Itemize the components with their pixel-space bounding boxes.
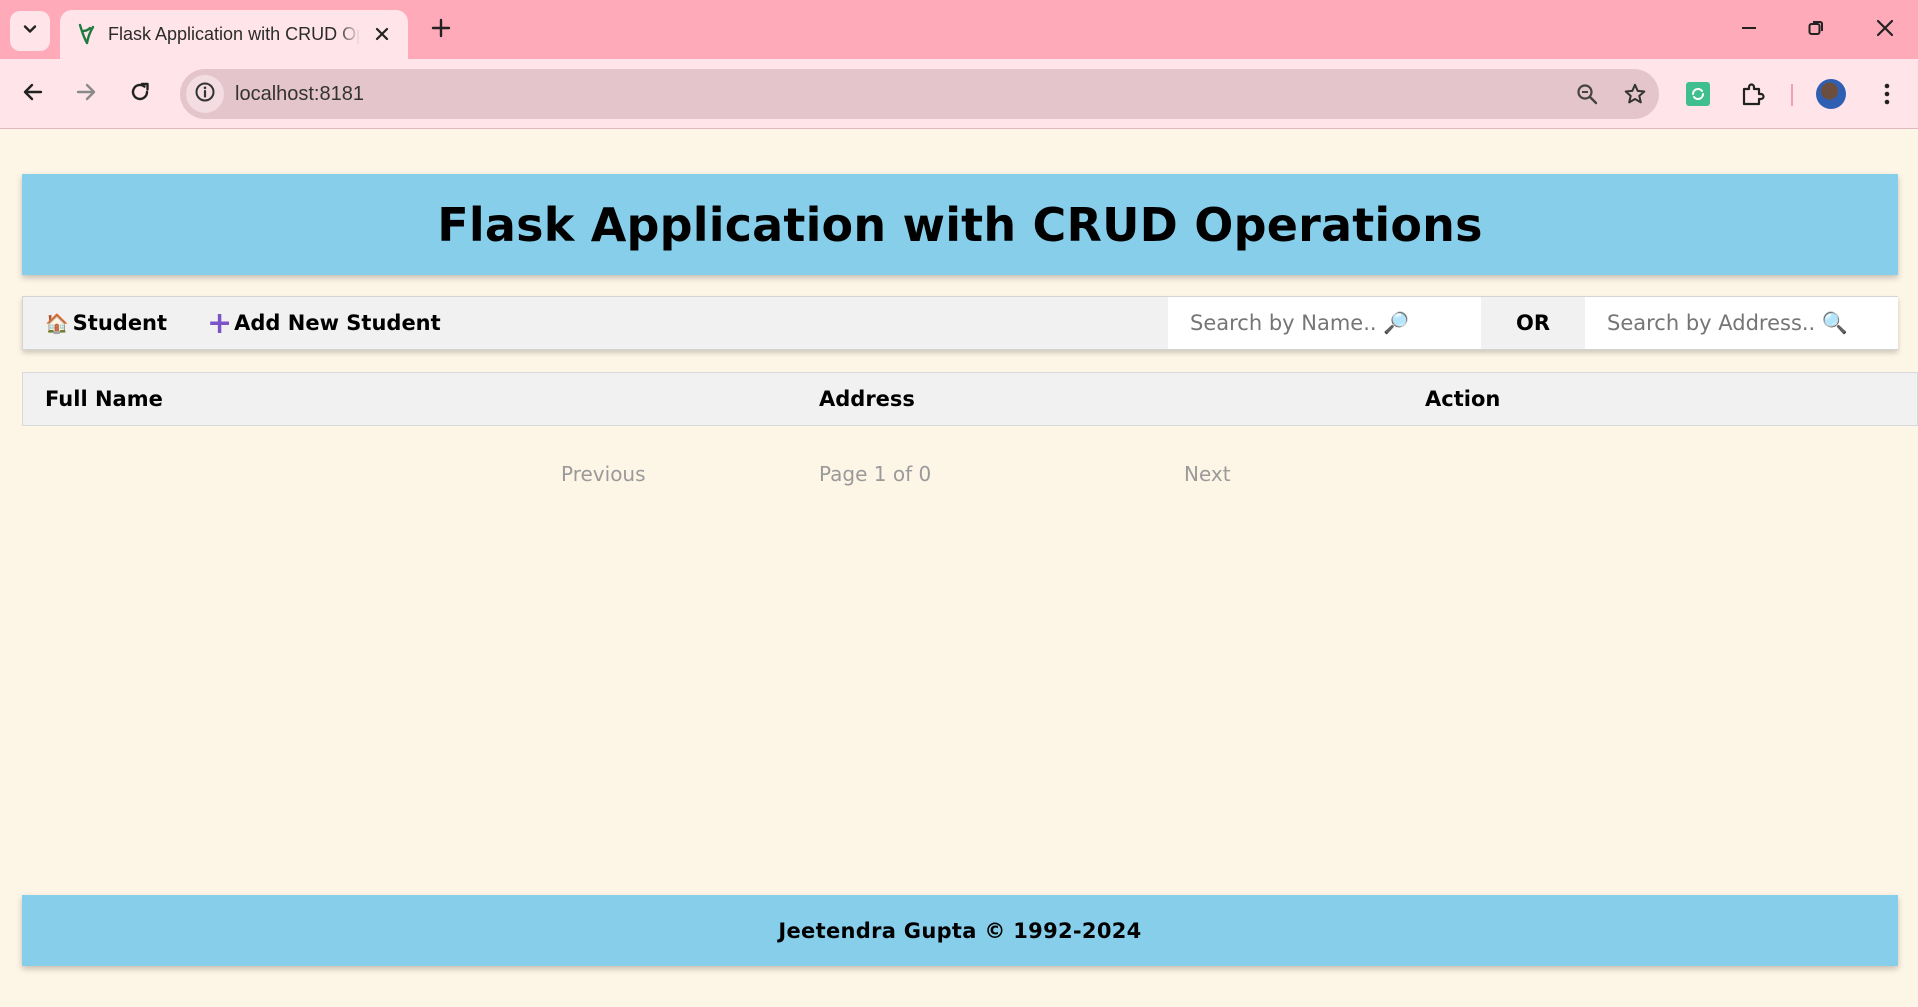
zoom-icon[interactable] [1574, 81, 1600, 107]
profile-avatar[interactable] [1816, 79, 1846, 109]
reload-icon [129, 81, 151, 107]
minimize-button[interactable] [1729, 10, 1769, 50]
column-header-address: Address [819, 387, 915, 411]
add-new-student-link[interactable]: + Add New Student [207, 297, 441, 349]
arrow-left-icon [22, 81, 44, 107]
info-icon [194, 81, 216, 107]
add-new-student-label: Add New Student [234, 311, 441, 335]
previous-page-button[interactable]: Previous [561, 462, 646, 486]
restore-icon [1807, 19, 1825, 41]
back-button[interactable] [14, 75, 52, 113]
browser-toolbar: localhost:8181 [0, 59, 1918, 129]
tab-title: Flask Application with CRUD Operations [108, 21, 360, 47]
flask-favicon-icon [74, 22, 98, 46]
tab-search-button[interactable] [10, 11, 50, 51]
page-title: Flask Application with CRUD Operations [437, 197, 1483, 252]
page-header: Flask Application with CRUD Operations [22, 174, 1898, 275]
browser-tab-active[interactable]: Flask Application with CRUD Operations [60, 10, 408, 59]
site-info-button[interactable] [186, 75, 224, 113]
or-label: OR [1515, 311, 1551, 335]
column-header-action: Action [1425, 387, 1501, 411]
extensions-puzzle-icon[interactable] [1735, 76, 1771, 112]
new-tab-button[interactable] [423, 12, 459, 48]
student-home-link[interactable]: 🏠 Student [45, 297, 167, 349]
browser-tabstrip: Flask Application with CRUD Operations [0, 0, 1918, 59]
student-home-label: Student [72, 311, 168, 335]
home-icon: 🏠 [45, 312, 69, 335]
search-by-address-input[interactable] [1585, 297, 1898, 349]
students-table-header: Full Name Address Action [22, 372, 1918, 426]
bookmark-star-icon[interactable] [1622, 81, 1648, 107]
minimize-icon [1740, 19, 1758, 41]
next-page-button[interactable]: Next [1184, 462, 1231, 486]
chevron-down-icon [22, 21, 38, 41]
close-window-button[interactable] [1865, 10, 1905, 50]
page-footer: Jeetendra Gupta © 1992-2024 [22, 895, 1898, 966]
reload-button[interactable] [121, 75, 159, 113]
footer-copyright: Jeetendra Gupta © 1992-2024 [778, 918, 1142, 943]
forward-button[interactable] [67, 75, 105, 113]
close-icon [1875, 18, 1895, 42]
plus-icon [431, 18, 451, 42]
column-header-full-name: Full Name [45, 387, 163, 411]
close-tab-icon[interactable] [369, 21, 395, 47]
student-navbar: 🏠 Student + Add New Student OR [22, 296, 1898, 350]
page-info: Page 1 of 0 [819, 462, 932, 486]
toolbar-separator [1791, 84, 1793, 106]
browser-menu-icon[interactable] [1869, 76, 1905, 112]
restore-button[interactable] [1796, 10, 1836, 50]
address-bar[interactable]: localhost:8181 [180, 69, 1659, 119]
plus-icon: + [207, 305, 233, 341]
extension-sync-icon[interactable] [1680, 76, 1716, 112]
search-by-name-input[interactable] [1168, 297, 1481, 349]
arrow-right-icon [75, 81, 97, 107]
url-text[interactable]: localhost:8181 [235, 81, 364, 107]
